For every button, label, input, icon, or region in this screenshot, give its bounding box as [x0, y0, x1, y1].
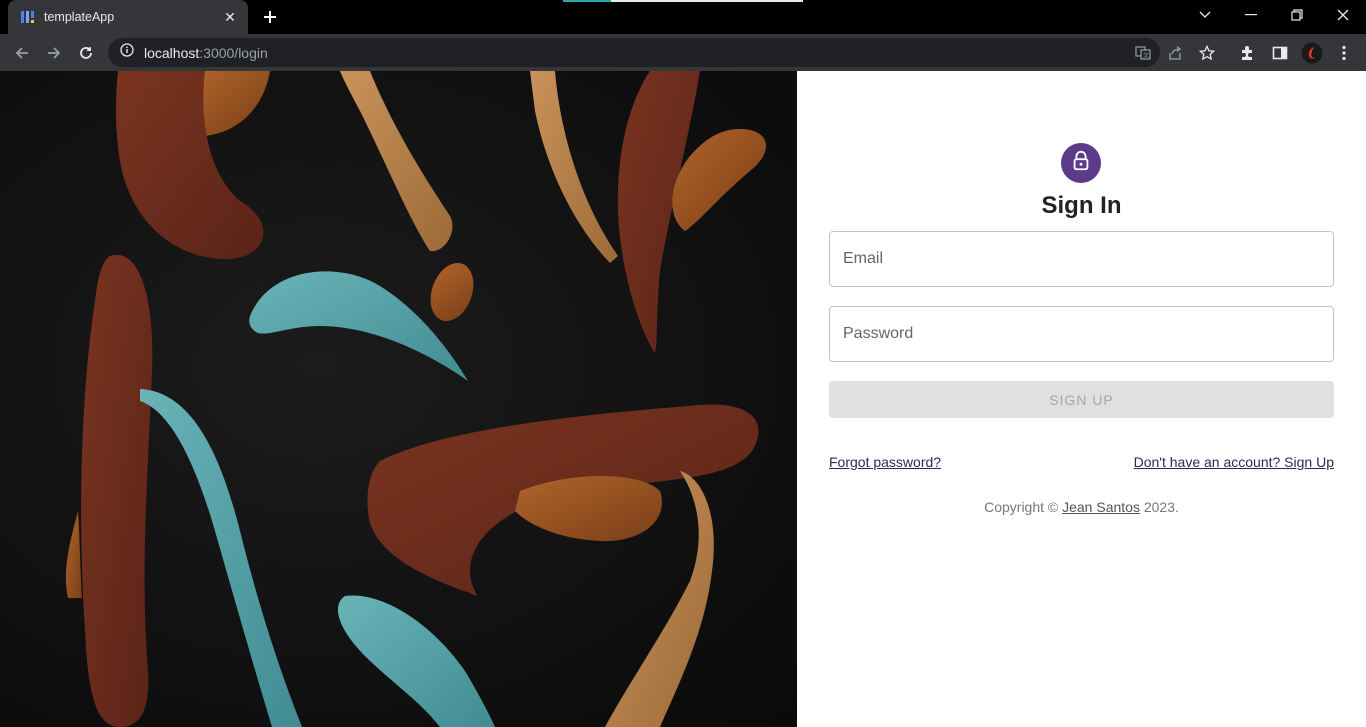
translate-icon[interactable]: 文 [1134, 44, 1152, 62]
email-field-container [829, 231, 1334, 287]
side-panel-icon[interactable] [1269, 42, 1291, 64]
copyright-year: 2023. [1143, 499, 1179, 515]
minimize-icon[interactable] [1228, 0, 1274, 30]
browser-titlebar: templateApp ✕ [0, 0, 1366, 34]
site-info-icon[interactable] [120, 43, 134, 62]
extensions-puzzle-icon[interactable] [1237, 42, 1259, 64]
author-link[interactable]: Jean Santos [1062, 499, 1140, 515]
close-window-icon[interactable] [1320, 0, 1366, 30]
email-field[interactable] [830, 232, 1333, 286]
profile-avatar[interactable] [1301, 42, 1323, 64]
tab-search-icon[interactable] [1182, 0, 1228, 30]
login-page: Sign In SIGN UP Forgot password? Don't h… [0, 71, 1366, 727]
url-host: localhost [144, 44, 200, 61]
forgot-password-link[interactable]: Forgot password? [829, 454, 941, 470]
bookmark-star-icon[interactable] [1198, 44, 1216, 62]
signin-panel: Sign In SIGN UP Forgot password? Don't h… [797, 71, 1366, 727]
password-field[interactable] [830, 307, 1333, 361]
page-title: Sign In [1041, 192, 1122, 219]
address-bar[interactable]: localhost:3000/login 文 [108, 38, 1215, 67]
svg-text:文: 文 [1143, 52, 1149, 60]
browser-tab[interactable]: templateApp ✕ [8, 0, 248, 34]
new-tab-icon[interactable] [258, 6, 282, 28]
url-text[interactable]: localhost:3000/login [144, 45, 268, 61]
tab-strip-highlight [563, 0, 803, 2]
copyright-prefix: Copyright © [984, 499, 1059, 515]
decorative-abstract-image [0, 71, 797, 727]
restore-icon[interactable] [1274, 0, 1320, 30]
sign-up-link[interactable]: Don't have an account? Sign Up [1134, 454, 1334, 470]
sign-up-button[interactable]: SIGN UP [829, 381, 1334, 418]
reload-icon[interactable] [72, 39, 100, 67]
share-icon[interactable] [1166, 44, 1184, 62]
app-favicon-icon [20, 9, 36, 25]
tab-title: templateApp [44, 10, 115, 24]
url-path: :3000/login [199, 44, 268, 61]
back-arrow-icon[interactable] [8, 39, 36, 67]
tab-close-icon[interactable]: ✕ [222, 9, 238, 26]
browser-menu-icon[interactable] [1333, 42, 1355, 64]
lock-icon [1070, 150, 1092, 177]
browser-toolbar: localhost:3000/login 文 [0, 34, 1366, 71]
copyright: Copyright © Jean Santos 2023. [797, 499, 1366, 515]
forward-arrow-icon[interactable] [40, 39, 68, 67]
password-field-container [829, 306, 1334, 362]
lock-avatar [1061, 143, 1101, 183]
